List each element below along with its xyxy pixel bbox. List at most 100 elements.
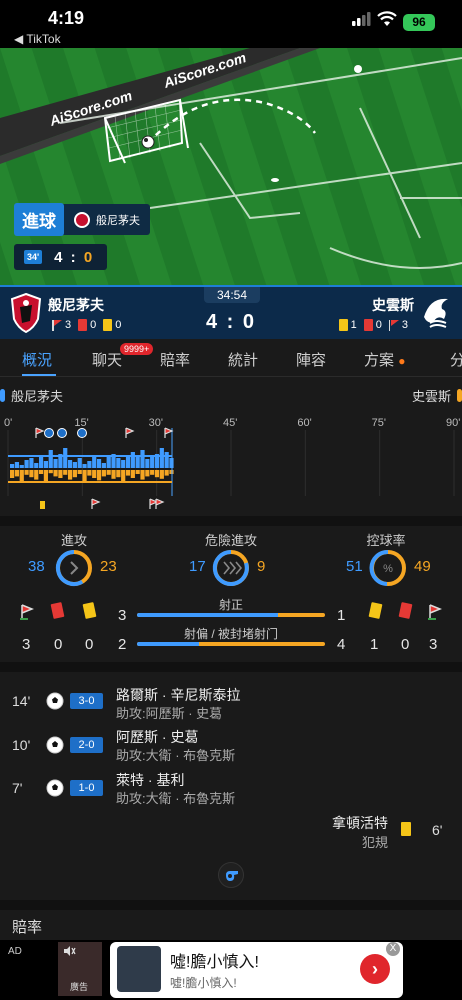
ad-label: AD	[8, 946, 22, 957]
on-target-fill	[137, 613, 278, 617]
goal-team: 般尼茅夫	[64, 211, 150, 228]
goal-tag: 進球	[14, 203, 64, 236]
goal-team-name: 般尼茅夫	[96, 214, 140, 227]
momentum-bar-home	[159, 448, 164, 468]
tab-tips-label: 方案	[364, 352, 395, 369]
dangerous-home: 17	[189, 558, 206, 575]
momentum-bar-away	[67, 470, 73, 480]
momentum-bar-away	[24, 470, 29, 475]
mini-minute: 34'	[24, 250, 43, 264]
momentum-bar-home	[53, 459, 58, 468]
event-score: 1-0	[70, 780, 103, 796]
corner-flag-icon	[428, 604, 442, 620]
momentum-bar-away	[43, 470, 49, 483]
away-crest-icon[interactable]	[420, 293, 452, 333]
event-player: 路爾斯 · 辛尼斯泰拉	[116, 687, 241, 703]
active-tab-indicator	[22, 374, 56, 376]
tab-chat[interactable]: 聊天	[92, 349, 122, 370]
momentum-bar-away	[101, 470, 106, 477]
stat-dangerous-label: 危險進攻	[204, 533, 257, 548]
event-minute: 10'	[12, 737, 31, 753]
momentum-bar-away	[96, 470, 102, 481]
momentum-bar-away	[72, 470, 77, 478]
momentum-timeline: 0' 15' 30' 45' 60' 75' 90'	[0, 410, 462, 514]
stat-attack-label: 進攻	[60, 533, 87, 548]
on-target-away: 1	[337, 607, 346, 624]
svg-text:%: %	[383, 563, 393, 575]
tab-more[interactable]: 分	[450, 349, 462, 370]
match-clock: 34:54	[204, 287, 260, 303]
momentum-bar-home	[96, 459, 102, 468]
momentum-bar-away	[14, 470, 20, 477]
momentum-bar-home	[140, 450, 145, 468]
momentum-bar-home	[116, 458, 121, 468]
timeline-tick-label: 90'	[446, 417, 460, 429]
momentum-bar-away	[19, 470, 24, 482]
momentum-bar-home	[121, 460, 126, 468]
tab-overview[interactable]: 概況	[22, 349, 52, 370]
timeline-tick-label: 75'	[372, 417, 386, 429]
red-card-icon	[78, 319, 88, 331]
yellow-card-icon	[401, 822, 411, 836]
possession-away: 49	[414, 558, 431, 575]
tab-stats[interactable]: 統計	[228, 349, 258, 370]
ad-go-button[interactable]: ›	[360, 954, 390, 984]
momentum-bar-away	[111, 470, 116, 479]
momentum-bar-home	[67, 460, 73, 468]
mini-score-sep: :	[70, 248, 78, 266]
tab-odds[interactable]: 賠率	[160, 349, 190, 370]
momentum-bar-home	[72, 462, 77, 468]
timeline-tick-label: 60'	[297, 417, 311, 429]
ad-close-button[interactable]: X	[386, 942, 400, 956]
momentum-bar-away	[29, 470, 34, 478]
soccer-ball-icon	[46, 736, 64, 754]
signal-icon	[352, 12, 371, 26]
back-to-app-link[interactable]: ◀ TikTok	[14, 32, 61, 46]
momentum-bar-away	[116, 470, 121, 478]
timeline-event-icons	[35, 427, 174, 509]
mini-home-score: 4	[54, 248, 65, 266]
yellow-card-icon	[338, 319, 348, 331]
attack-ring-icon	[55, 549, 92, 586]
yellow-card-icon	[82, 602, 97, 619]
home-red-count: 0	[54, 636, 63, 653]
mute-icon[interactable]	[62, 944, 76, 958]
attack-home: 38	[28, 558, 45, 575]
tab-tips[interactable]: 方案 ●	[364, 349, 405, 370]
momentum-bar-home	[130, 452, 135, 468]
momentum-bar-away	[10, 470, 15, 478]
event-assist: 助攻:阿歷斯 · 史葛	[116, 706, 223, 721]
fire-icon: ●	[398, 354, 406, 368]
home-yellow-count: 0	[85, 636, 94, 653]
away-corners-count: 3	[429, 636, 438, 653]
ad-banner[interactable]: AD 廣告 噓!膽小慎入! 噓!膽小慎入! › X	[0, 940, 462, 1000]
chat-badge: 9999+	[120, 343, 154, 355]
momentum-bar-home	[34, 463, 39, 468]
momentum-bar-away	[159, 470, 164, 479]
momentum-bar-home	[77, 458, 82, 468]
momentum-bar-away	[140, 470, 145, 480]
away-yellow-cards: 1	[350, 319, 357, 331]
away-team-name[interactable]: 史雲斯	[372, 295, 414, 315]
event-assist: 助攻:大衛 · 布魯克斯	[116, 748, 236, 763]
event-assist: 助攻:大衛 · 布魯克斯	[116, 791, 236, 806]
tab-lineup[interactable]: 陣容	[296, 349, 326, 370]
status-bar: 4:19 ◀ TikTok 96	[0, 0, 462, 48]
stat-possession-label: 控球率	[366, 533, 406, 548]
timeline-tick-label: 30'	[149, 417, 163, 429]
momentum-bar-away	[130, 470, 135, 478]
corner-flag-icon	[388, 319, 399, 331]
whistle-icon[interactable]	[218, 862, 244, 888]
momentum-bar-away	[164, 470, 169, 476]
home-corners: 3	[65, 319, 72, 331]
momentum-bar-away	[77, 470, 82, 474]
battery-indicator: 96	[403, 14, 435, 31]
section-divider	[0, 900, 462, 910]
possession-home: 51	[346, 558, 363, 575]
momentum-bar-away	[58, 470, 63, 478]
momentum-bar-home	[38, 456, 44, 468]
momentum-bar-home	[169, 458, 174, 468]
momentum-bar-away	[34, 470, 39, 480]
momentum-bar-home	[164, 452, 169, 468]
red-card-icon	[363, 319, 373, 331]
